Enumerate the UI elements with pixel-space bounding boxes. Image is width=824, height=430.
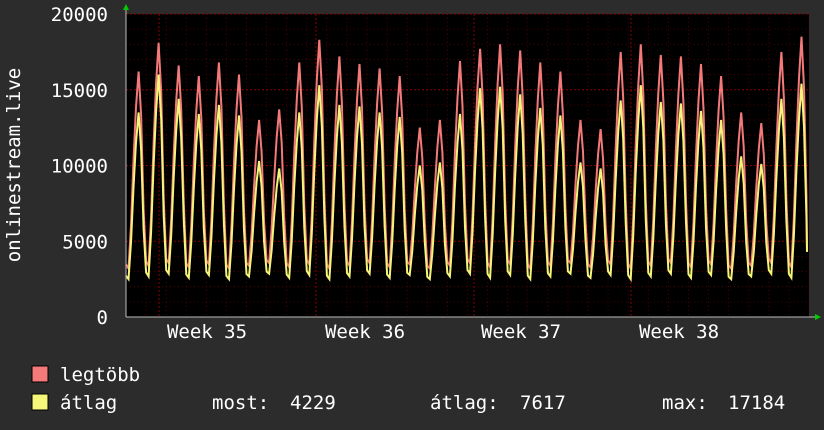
y-tick-label: 20000: [51, 4, 108, 26]
traffic-chart: 05000100001500020000 Week 35 Week 36 Week …: [3, 4, 821, 414]
stat-avg-value: 7617: [520, 392, 566, 414]
y-axis-arrow: [123, 4, 129, 10]
legend-label-max: legtöbb: [60, 364, 140, 386]
y-tick-labels: 0 5000 10000 15000 20000: [51, 4, 108, 329]
stat-max-value: 17184: [728, 392, 785, 414]
legend-label-avg: átlag: [60, 392, 117, 414]
stat-max-label: max:: [662, 392, 708, 414]
y-tick-label: 15000: [51, 80, 108, 102]
legend-swatch-max: [31, 365, 49, 383]
x-tick-label: Week 36: [325, 321, 405, 343]
y-axis-label: onlinestream.live: [3, 68, 25, 262]
stat-now-value: 4229: [290, 392, 336, 414]
y-tick-label: 0: [97, 307, 108, 329]
x-tick-label: Week 38: [639, 321, 719, 343]
y-tick-label: 10000: [51, 156, 108, 178]
x-tick-label: Week 37: [481, 321, 561, 343]
x-tick-labels: Week 35 Week 36 Week 37 Week 38: [167, 321, 719, 343]
stat-avg-label: átlag:: [430, 392, 499, 414]
y-tick-label: 5000: [62, 231, 108, 253]
legend-swatch-avg: [31, 393, 49, 411]
x-axis-arrow: [815, 314, 821, 320]
stat-now-label: most:: [212, 392, 269, 414]
x-tick-label: Week 35: [167, 321, 247, 343]
chart-root: 0 5000 10000 15000 20000 Week 35 Week 36 Week …: [0, 0, 824, 430]
